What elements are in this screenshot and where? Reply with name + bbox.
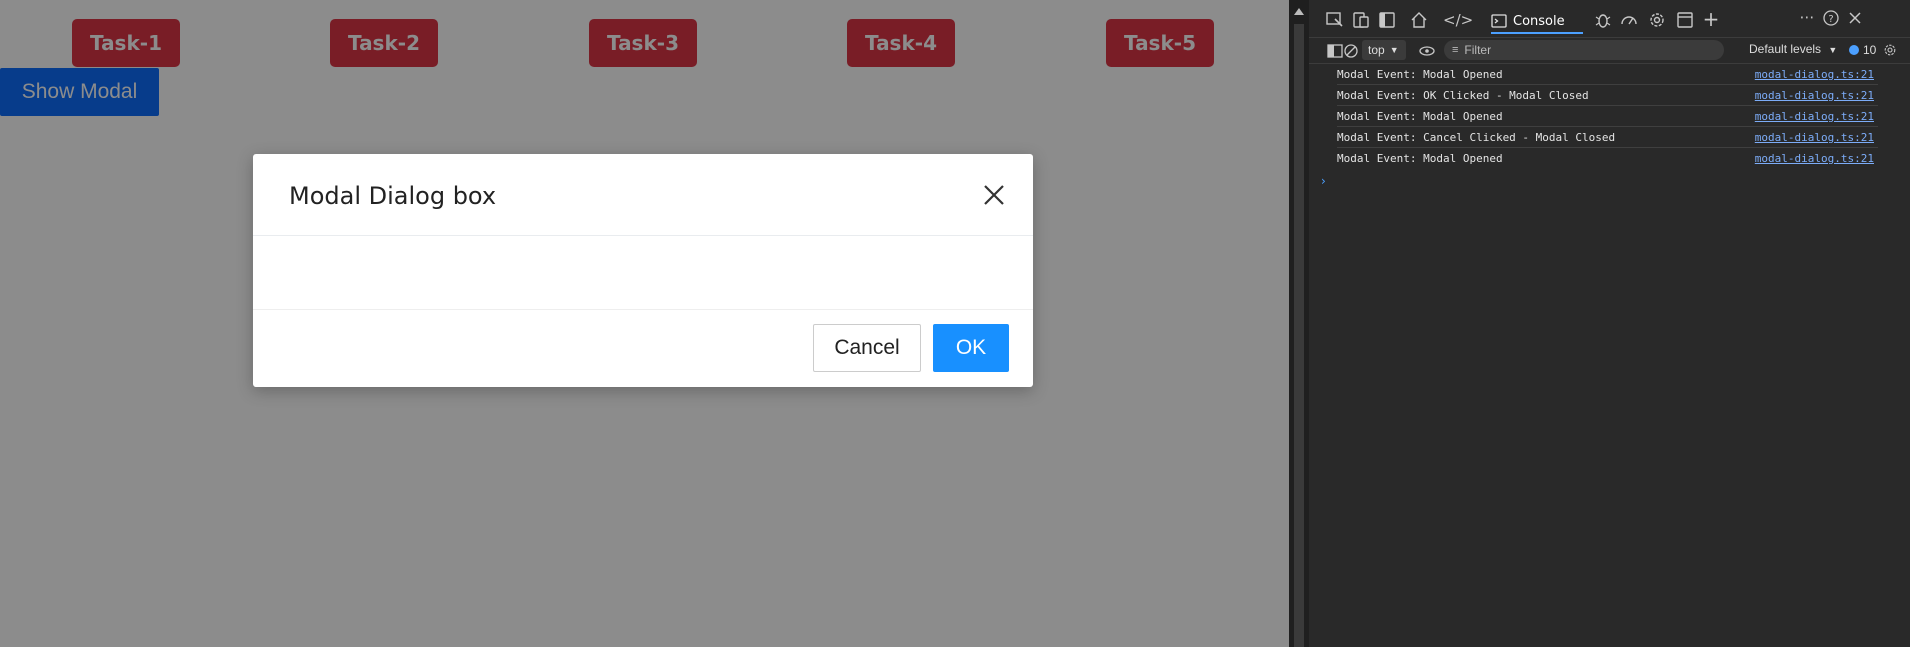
add-tool-icon[interactable]: +	[1701, 9, 1721, 29]
issues-count: 10	[1863, 43, 1877, 57]
modal-dialog: Modal Dialog box Cancel OK	[253, 154, 1033, 387]
filter-icon: ≡	[1452, 44, 1459, 56]
console-log-row: Modal Event: OK Clicked - Modal Closed m…	[1337, 85, 1878, 106]
app-area: Task-1 Task-2 Task-3 Task-4 Task-5 Show …	[0, 0, 1289, 647]
console-settings-gear-icon[interactable]	[1882, 42, 1898, 58]
page-scrollbar[interactable]	[1289, 0, 1309, 647]
scroll-up-arrow-icon[interactable]	[1294, 8, 1304, 15]
log-message: Modal Event: Cancel Clicked - Modal Clos…	[1337, 131, 1616, 144]
console-icon	[1491, 14, 1507, 28]
log-message: Modal Event: OK Clicked - Modal Closed	[1337, 89, 1589, 102]
toggle-sidebar-icon[interactable]	[1377, 10, 1397, 30]
home-icon[interactable]	[1409, 10, 1429, 30]
console-log-row: Modal Event: Modal Opened modal-dialog.t…	[1337, 148, 1878, 169]
clear-console-icon[interactable]	[1341, 41, 1361, 61]
bug-icon[interactable]	[1593, 10, 1613, 30]
close-icon[interactable]	[981, 182, 1007, 208]
console-log-row: Modal Event: Modal Opened modal-dialog.t…	[1337, 64, 1878, 85]
context-select-value: top	[1368, 43, 1385, 57]
filter-placeholder: Filter	[1464, 43, 1492, 57]
log-message: Modal Event: Modal Opened	[1337, 68, 1503, 81]
ok-button[interactable]: OK	[933, 324, 1009, 372]
modal-title: Modal Dialog box	[289, 182, 497, 210]
console-prompt-chevron-icon[interactable]: ›	[1321, 174, 1326, 188]
log-message: Modal Event: Modal Opened	[1337, 110, 1503, 123]
context-select[interactable]: top ▼	[1362, 40, 1406, 60]
device-emulation-icon[interactable]	[1351, 10, 1371, 30]
svg-text:?: ?	[1828, 14, 1833, 25]
chevron-down-icon: ▼	[1828, 45, 1838, 55]
devtools-panel: </> Console + ⋯ ? top ▼ ≡ Filter Default…	[1289, 0, 1910, 647]
devtools-toolbar: </> Console + ⋯ ?	[1309, 0, 1910, 38]
application-icon[interactable]	[1675, 10, 1695, 30]
console-filter-bar: top ▼ ≡ Filter Default levels ▼ 10	[1309, 38, 1910, 64]
log-source-link[interactable]: modal-dialog.ts:21	[1755, 110, 1874, 123]
console-log-row: Modal Event: Modal Opened modal-dialog.t…	[1337, 106, 1878, 127]
tab-console-label: Console	[1513, 13, 1565, 29]
log-source-link[interactable]: modal-dialog.ts:21	[1755, 68, 1874, 81]
cancel-button[interactable]: Cancel	[813, 324, 921, 372]
performance-icon[interactable]	[1619, 10, 1639, 30]
settings-gear-icon[interactable]	[1647, 10, 1667, 30]
scrollbar-thumb[interactable]	[1294, 24, 1304, 647]
log-message: Modal Event: Modal Opened	[1337, 152, 1503, 165]
active-tab-indicator	[1491, 32, 1583, 34]
close-devtools-icon[interactable]	[1845, 8, 1865, 28]
more-options-icon[interactable]: ⋯	[1797, 7, 1817, 27]
tab-console[interactable]: Console	[1491, 8, 1565, 34]
message-icon	[1849, 45, 1859, 55]
console-log-row: Modal Event: Cancel Clicked - Modal Clos…	[1337, 127, 1878, 148]
log-source-link[interactable]: modal-dialog.ts:21	[1755, 131, 1874, 144]
log-levels-label: Default levels	[1749, 42, 1822, 56]
inspect-element-icon[interactable]	[1325, 10, 1345, 30]
live-expression-eye-icon[interactable]	[1417, 41, 1437, 61]
help-icon[interactable]: ?	[1821, 8, 1841, 28]
log-source-link[interactable]: modal-dialog.ts:21	[1755, 89, 1874, 102]
issues-counter[interactable]: 10	[1849, 42, 1898, 58]
filter-input[interactable]: ≡ Filter	[1444, 40, 1724, 60]
chevron-down-icon: ▼	[1389, 45, 1399, 55]
console-messages: Modal Event: Modal Opened modal-dialog.t…	[1337, 64, 1878, 169]
elements-tab-icon[interactable]: </>	[1443, 10, 1473, 30]
log-levels-select[interactable]: Default levels ▼	[1749, 42, 1837, 56]
log-source-link[interactable]: modal-dialog.ts:21	[1755, 152, 1874, 165]
modal-header: Modal Dialog box	[253, 154, 1033, 236]
